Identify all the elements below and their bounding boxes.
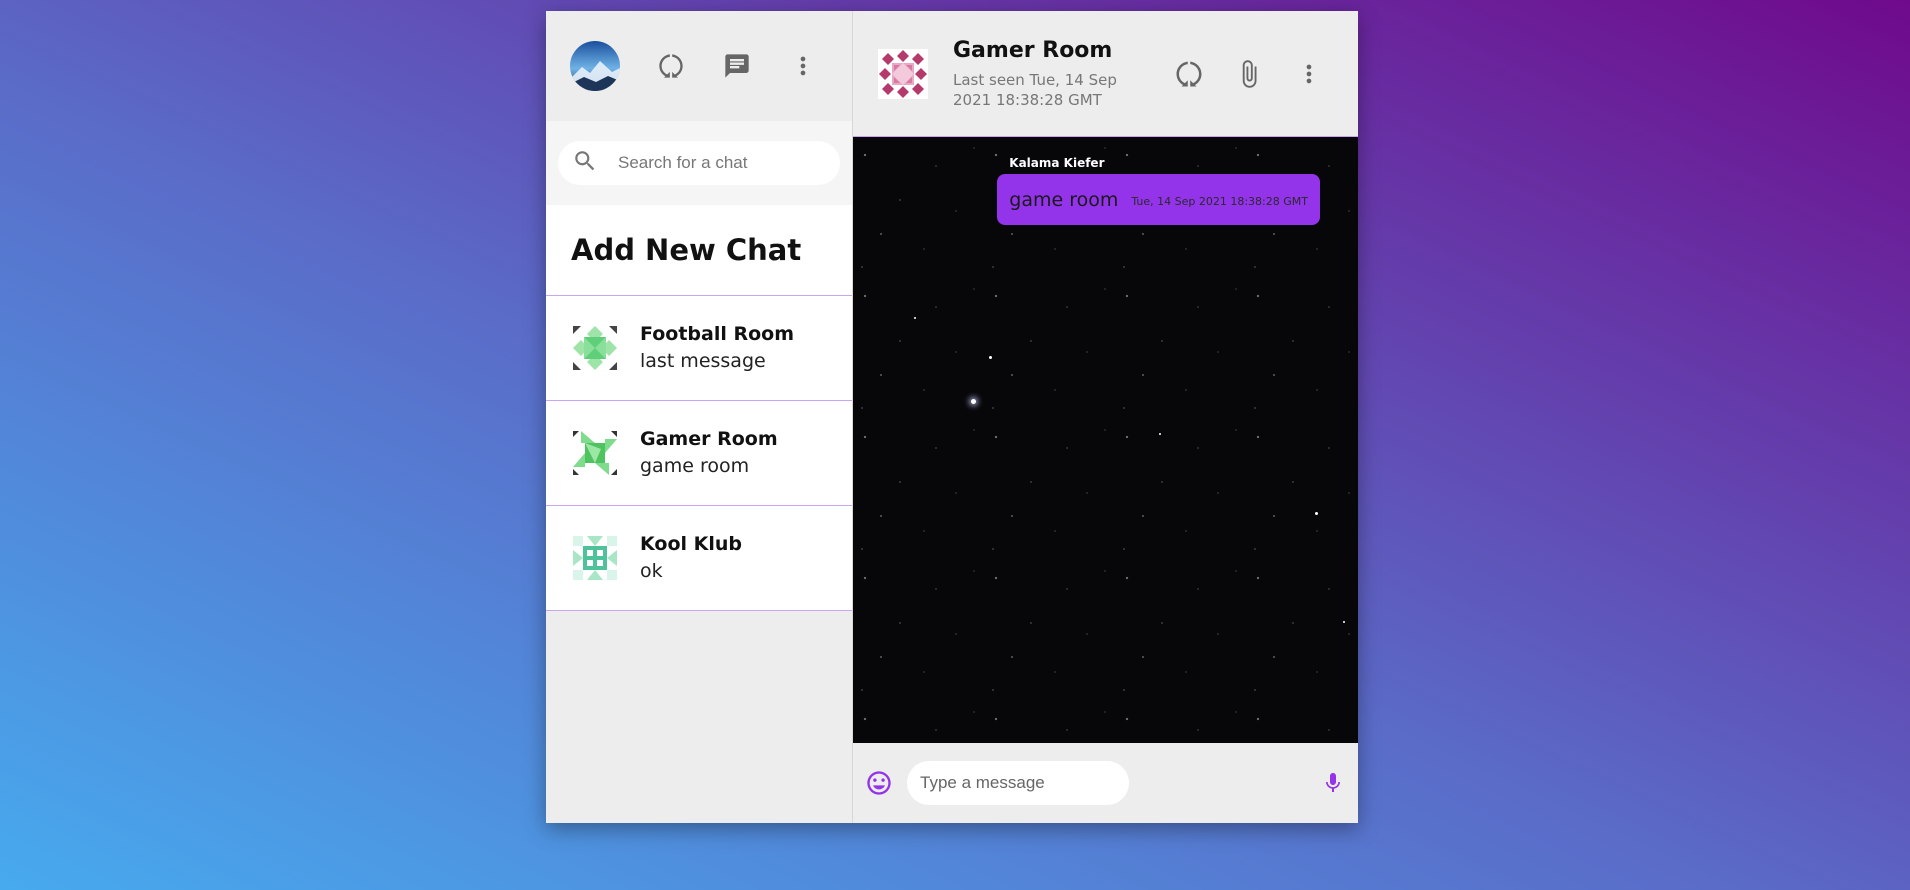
room-avatar (571, 534, 619, 582)
star-decoration (971, 399, 976, 404)
chat-header-icons (1159, 49, 1339, 99)
more-vert-icon[interactable] (1279, 49, 1339, 99)
chat-name: Kool Klub (640, 533, 742, 555)
message: Kalama Kiefer game room Tue, 14 Sep 2021… (997, 155, 1320, 225)
chat-app: Add New Chat (546, 11, 1358, 823)
room-avatar (571, 324, 619, 372)
sidebar-header-icons (638, 41, 836, 91)
chat-list-item-football-room[interactable]: Football Room last message (546, 296, 852, 401)
status-icon[interactable] (638, 41, 704, 91)
chat-info: Gamer Room game room (640, 426, 778, 480)
chat-panel: Gamer Room Last seen Tue, 14 Sep 2021 18… (853, 11, 1358, 823)
chat-info: Kool Klub ok (640, 531, 742, 585)
chat-list-item-gamer-room[interactable]: Gamer Room game room (546, 401, 852, 506)
chat-info: Football Room last message (640, 321, 794, 375)
chat-title: Gamer Room (953, 38, 1113, 63)
emoji-icon[interactable] (865, 769, 893, 797)
chat-last-message: game room (640, 455, 750, 477)
search-box (558, 141, 840, 185)
room-avatar (571, 429, 619, 477)
chat-icon[interactable] (704, 41, 770, 91)
more-vert-icon[interactable] (770, 41, 836, 91)
message-area: Kalama Kiefer game room Tue, 14 Sep 2021… (853, 137, 1358, 743)
sidebar: Add New Chat (546, 11, 853, 823)
star-decoration (1159, 433, 1161, 435)
star-decoration (1343, 621, 1345, 623)
chat-header-info: Gamer Room Last seen Tue, 14 Sep 2021 18… (953, 37, 1153, 110)
star-decoration (914, 317, 916, 319)
search-bar (546, 121, 852, 205)
message-text: game room (1009, 188, 1119, 211)
last-seen: Last seen Tue, 14 Sep 2021 18:38:28 GMT (953, 71, 1117, 109)
search-input[interactable] (616, 152, 800, 174)
chat-name: Football Room (640, 323, 794, 345)
sidebar-empty-area (546, 611, 852, 823)
status-icon[interactable] (1159, 49, 1219, 99)
chat-list-item-kool-klub[interactable]: Kool Klub ok (546, 506, 852, 611)
add-new-chat-button[interactable]: Add New Chat (546, 205, 852, 296)
chat-header: Gamer Room Last seen Tue, 14 Sep 2021 18… (853, 11, 1358, 137)
attach-icon[interactable] (1219, 49, 1279, 99)
sidebar-header (546, 11, 852, 121)
message-sender: Kalama Kiefer (1009, 156, 1105, 170)
message-composer (853, 743, 1358, 823)
room-avatar[interactable] (878, 48, 928, 99)
message-input[interactable] (907, 761, 1129, 805)
search-icon (572, 148, 598, 178)
chat-last-message: ok (640, 560, 663, 582)
mic-icon[interactable] (1320, 768, 1346, 798)
message-bubble[interactable]: game room Tue, 14 Sep 2021 18:38:28 GMT (997, 174, 1320, 225)
chat-name: Gamer Room (640, 428, 778, 450)
chat-last-message: last message (640, 350, 766, 372)
star-decoration (1315, 512, 1318, 515)
message-timestamp: Tue, 14 Sep 2021 18:38:28 GMT (1131, 195, 1308, 208)
user-avatar[interactable] (570, 41, 620, 91)
add-new-chat-label: Add New Chat (571, 233, 802, 267)
star-decoration (989, 356, 992, 359)
